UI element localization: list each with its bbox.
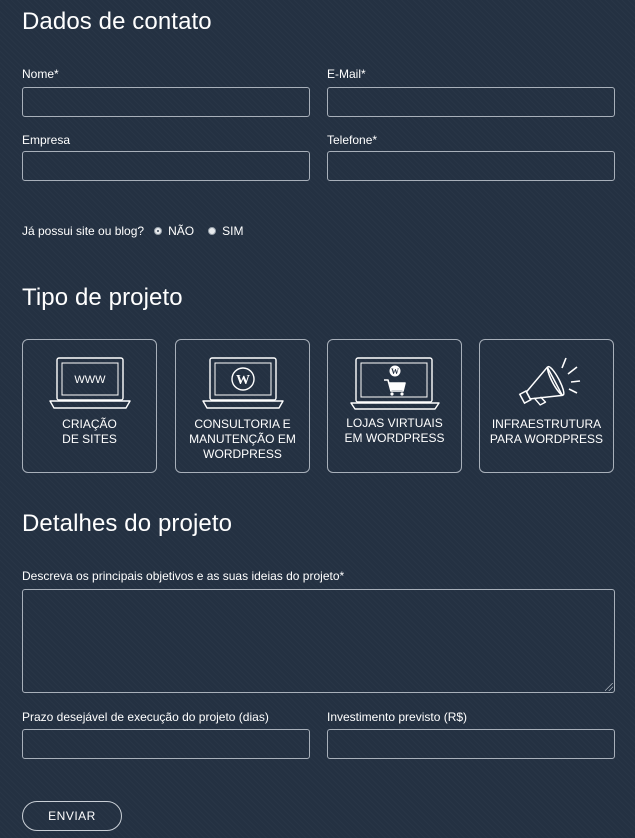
radio-sim-label[interactable]: SIM [222, 224, 243, 238]
laptop-wordpress-icon: W [202, 357, 284, 409]
card-label-line: INFRAESTRUTURA [491, 417, 602, 431]
project-card-consultoria-wordpress[interactable]: W CONSULTORIA E MANUTENÇÃO EM WORDPRESS [175, 339, 310, 473]
project-details-section-title: Detalhes do projeto [22, 510, 233, 537]
submit-button[interactable]: ENVIAR [22, 801, 122, 831]
project-card-lojas-virtuais[interactable]: W LOJAS VIRTUAIS EM WORDPRESS [327, 339, 462, 473]
card-label: INFRAESTRUTURA PARA WORDPRESS [484, 417, 609, 447]
radio-sim[interactable] [208, 227, 217, 235]
name-input[interactable] [22, 87, 310, 117]
description-textarea[interactable] [22, 589, 615, 693]
laptop-wordpress-cart-icon: W [350, 357, 440, 410]
svg-text:W: W [391, 367, 399, 376]
textarea-resize-handle[interactable] [605, 683, 615, 693]
company-label: Empresa [22, 133, 71, 147]
email-label: E-Mail* [327, 67, 366, 81]
phone-label: Telefone* [327, 133, 378, 147]
description-label: Descreva os principais objetivos e as su… [22, 569, 345, 583]
www-icon-text: WWW [74, 374, 106, 386]
email-input[interactable] [327, 87, 615, 117]
card-label-line: CONSULTORIA E [194, 417, 291, 431]
budget-input[interactable] [327, 729, 615, 759]
radio-option-nao[interactable]: NÃO [154, 224, 208, 238]
megaphone-icon [518, 357, 581, 406]
card-label-line: WORDPRESS [203, 447, 282, 461]
card-label: LOJAS VIRTUAIS EM WORDPRESS [332, 416, 457, 446]
card-label-line: EM WORDPRESS [344, 431, 445, 445]
card-label-line: MANUTENÇÃO EM [189, 432, 296, 446]
company-input[interactable] [22, 151, 310, 181]
site-question-group: Já possui site ou blog? NÃO SIM [22, 222, 257, 240]
card-label: CRIAÇÃO DE SITES [27, 417, 152, 447]
radio-nao[interactable] [154, 227, 163, 235]
budget-label: Investimento previsto (R$) [327, 710, 468, 724]
card-label-line: DE SITES [62, 432, 117, 446]
card-label-line: CRIAÇÃO [62, 417, 117, 431]
card-label: CONSULTORIA E MANUTENÇÃO EM WORDPRESS [180, 417, 305, 462]
radio-nao-label[interactable]: NÃO [168, 224, 194, 238]
phone-input[interactable] [327, 151, 615, 181]
deadline-label: Prazo desejável de execução do projeto (… [22, 710, 269, 724]
project-card-criacao-de-sites[interactable]: WWW CRIAÇÃO DE SITES [22, 339, 157, 473]
radio-option-sim[interactable]: SIM [208, 224, 257, 238]
laptop-www-icon: WWW [49, 357, 131, 409]
contact-section-title: Dados de contato [22, 8, 212, 35]
card-label-line: PARA WORDPRESS [489, 432, 604, 446]
site-question-label: Já possui site ou blog? [22, 224, 145, 238]
svg-text:W: W [236, 373, 250, 388]
project-type-section-title: Tipo de projeto [22, 284, 183, 311]
card-label-line: LOJAS VIRTUAIS [346, 416, 443, 430]
deadline-input[interactable] [22, 729, 310, 759]
project-card-infraestrutura[interactable]: INFRAESTRUTURA PARA WORDPRESS [479, 339, 614, 473]
name-label: Nome* [22, 67, 59, 81]
resize-grip-icon [605, 683, 613, 691]
